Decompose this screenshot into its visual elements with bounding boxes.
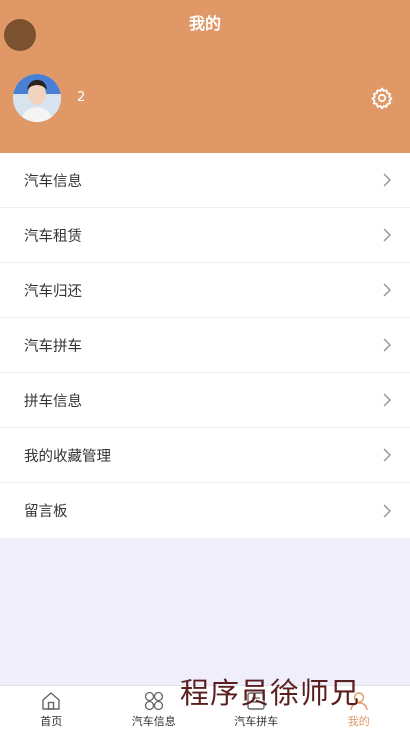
menu-item-label: 我的收藏管理 bbox=[24, 448, 111, 465]
home-icon bbox=[42, 692, 60, 710]
menu-item-label: 汽车租赁 bbox=[24, 228, 82, 245]
menu-item-label: 留言板 bbox=[24, 504, 68, 520]
menu-item-message-board[interactable]: 留言板 bbox=[0, 483, 410, 538]
menu-list: 汽车信息 汽车租赁 汽车归还 汽车拼车 拼车信息 我的收藏管理 留言板 bbox=[0, 153, 410, 538]
tab-label: 首页 bbox=[40, 715, 63, 728]
menu-item-carpool[interactable]: 汽车拼车 bbox=[0, 318, 410, 373]
menu-item-favorites[interactable]: 我的收藏管理 bbox=[0, 428, 410, 483]
menu-item-label: 汽车信息 bbox=[24, 173, 82, 190]
menu-item-car-info[interactable]: 汽车信息 bbox=[0, 153, 410, 208]
watermark-text: 程序员徐师兄 bbox=[180, 676, 361, 710]
chevron-right-icon bbox=[383, 338, 392, 352]
chevron-right-icon bbox=[383, 448, 392, 462]
menu-item-label: 汽车归还 bbox=[24, 283, 82, 300]
tab-label: 汽车信息 bbox=[131, 715, 176, 728]
settings-gear-icon[interactable] bbox=[370, 86, 394, 110]
page-title: 我的 bbox=[188, 14, 221, 33]
avatar[interactable] bbox=[13, 74, 61, 122]
profile-header: 我的 2 bbox=[0, 0, 410, 153]
chevron-right-icon bbox=[383, 283, 392, 297]
tab-home[interactable]: 首页 bbox=[0, 686, 103, 734]
grid-icon bbox=[144, 691, 163, 711]
menu-item-car-return[interactable]: 汽车归还 bbox=[0, 263, 410, 318]
tab-label: 汽车拼车 bbox=[234, 715, 279, 728]
chevron-right-icon bbox=[383, 228, 392, 242]
menu-item-car-rental[interactable]: 汽车租赁 bbox=[0, 208, 410, 263]
chevron-right-icon bbox=[383, 173, 392, 187]
menu-item-label: 拼车信息 bbox=[24, 393, 82, 410]
avatar-image bbox=[13, 74, 61, 122]
menu-item-carpool-info[interactable]: 拼车信息 bbox=[0, 373, 410, 428]
menu-item-label: 汽车拼车 bbox=[24, 338, 82, 355]
chevron-right-icon bbox=[383, 393, 392, 407]
chevron-right-icon bbox=[383, 503, 392, 518]
tab-label: 我的 bbox=[347, 715, 370, 728]
username: 2 bbox=[77, 90, 86, 105]
